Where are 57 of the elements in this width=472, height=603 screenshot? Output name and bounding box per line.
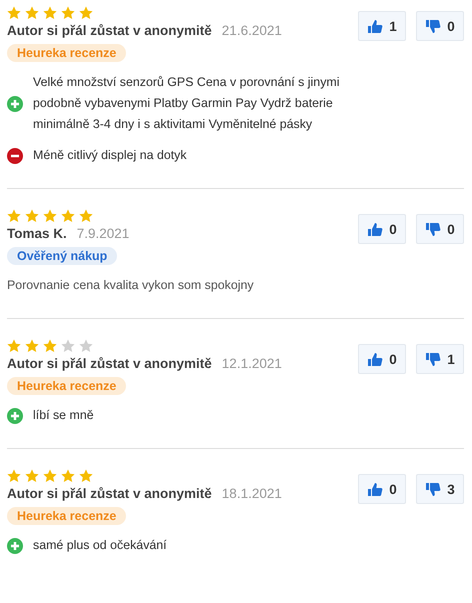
review-source-badge: Heureka recenze — [7, 44, 126, 62]
star-icon — [25, 339, 39, 353]
thumbs-up-icon — [367, 18, 384, 34]
star-icon — [79, 209, 93, 223]
verified-purchase-badge: Ověřený nákup — [7, 247, 118, 265]
review-text: Porovnanie cena kvalita vykon som spokojny — [7, 277, 255, 294]
thumbs-up-icon — [367, 222, 384, 236]
review-date: 7.9.2021 — [76, 226, 130, 241]
pro-text: Velké množství senzorů GPS Cena v porovnání s jinymi podobně vybavenymi Platby Garmin Pay Vydrž baterie minimálně 3-4 dny i s aktivitami Vyměnitelné pásky — [33, 74, 340, 133]
like-button[interactable]: 0 — [358, 474, 406, 504]
star-icon — [79, 6, 93, 20]
thumbs-down-icon — [425, 18, 442, 34]
star-icon — [7, 469, 21, 483]
con-text: Méně citlivý displej na dotyk — [33, 147, 188, 164]
plus-icon — [7, 96, 23, 112]
dislike-button[interactable]: 0 — [416, 214, 464, 244]
thumbs-up-icon — [367, 352, 384, 366]
star-icon — [61, 209, 75, 223]
plus-icon — [7, 538, 23, 554]
dislike-button[interactable]: 1 — [416, 344, 464, 374]
dislike-button[interactable]: 3 — [416, 474, 464, 504]
minus-icon — [7, 148, 23, 164]
star-icon — [25, 469, 39, 483]
pro-text: líbí se mně — [33, 407, 95, 424]
star-icon — [61, 469, 75, 483]
star-icon — [25, 6, 39, 20]
pro-text: samé plus od očekávání — [33, 537, 168, 554]
thumbs-down-icon — [425, 222, 442, 236]
star-icon — [43, 469, 57, 483]
author-name: Tomas K. — [7, 226, 67, 241]
thumbs-down-icon — [425, 482, 442, 496]
star-icon — [7, 209, 21, 223]
star-icon — [79, 469, 93, 483]
review-source-badge: Heureka recenze — [7, 377, 126, 395]
author-name: Autor si přál zůstat v anonymitě — [7, 486, 212, 501]
star-icon — [25, 209, 39, 223]
star-icon — [61, 339, 75, 353]
star-icon — [43, 209, 57, 223]
review-date: 21.6.2021 — [222, 23, 282, 38]
star-icon — [79, 339, 93, 353]
star-icon — [43, 339, 57, 353]
like-button[interactable]: 0 — [358, 344, 406, 374]
author-name: Autor si přál zůstat v anonymitě — [7, 23, 212, 38]
plus-icon — [7, 408, 23, 424]
star-icon — [7, 339, 21, 353]
thumbs-down-icon — [425, 352, 442, 366]
author-name: Autor si přál zůstat v anonymitě — [7, 356, 212, 371]
review-date: 18.1.2021 — [222, 486, 282, 501]
like-button[interactable]: 1 — [358, 11, 406, 41]
thumbs-up-icon — [367, 482, 384, 496]
star-icon — [7, 6, 21, 20]
review-source-badge: Heureka recenze — [7, 507, 126, 525]
star-icon — [61, 6, 75, 20]
like-button[interactable]: 0 — [358, 214, 406, 244]
star-icon — [43, 6, 57, 20]
dislike-button[interactable]: 0 — [416, 11, 464, 41]
review-date: 12.1.2021 — [222, 356, 282, 371]
